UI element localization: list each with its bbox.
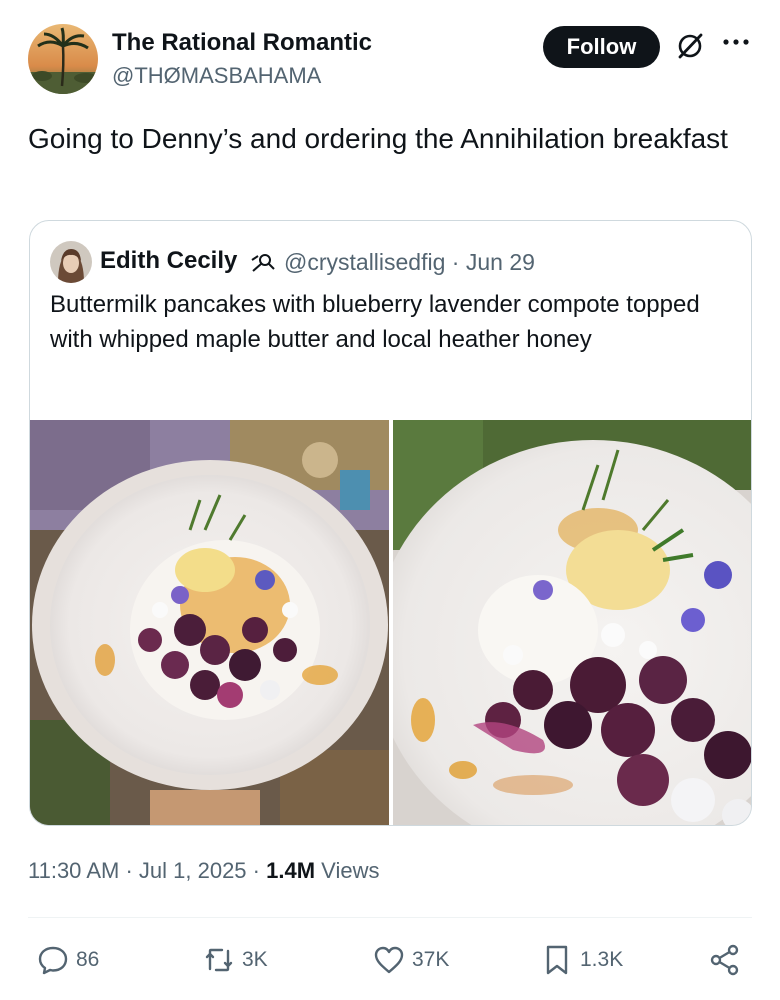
bookmark-button[interactable]: 1.3K [540,940,623,980]
repost-count: 3K [242,948,268,971]
quoted-date[interactable]: Jun 29 [466,249,535,275]
author-handle[interactable]: @THØMASBAHAMA [112,63,321,89]
author-name[interactable]: The Rational Romantic [112,29,372,57]
reply-button[interactable]: 86 [36,940,99,980]
quoted-author-name[interactable]: Edith Cecily [100,247,237,275]
like-count: 37K [412,948,450,971]
like-button[interactable]: 37K [372,940,449,980]
post-header: The Rational Romantic @THØMASBAHAMA Foll… [28,24,752,94]
thread-badge-icon [248,252,276,272]
more-icon[interactable] [721,32,751,52]
bookmark-count: 1.3K [580,948,624,971]
reply-count: 86 [76,948,100,971]
quoted-post[interactable]: Edith Cecily @crystallisedfig · Jun 29 B… [29,220,752,826]
quoted-text: Buttermilk pancakes with blueberry laven… [50,291,700,353]
views-label: Views [321,858,380,883]
pancake-photo-1[interactable] [30,420,389,825]
action-bar: 86 3K 37K 1.3K [28,940,752,980]
meta-separator: · [125,858,133,883]
divider [28,917,752,918]
heart-icon [374,946,404,974]
grok-icon[interactable] [674,30,706,62]
quoted-author-avatar[interactable] [50,241,92,283]
share-icon [710,944,739,976]
quoted-meta: @crystallisedfig · Jun 29 [284,249,535,276]
post-date[interactable]: Jul 1, 2025 [139,858,247,883]
pancake-photo-2[interactable] [393,420,751,825]
repost-icon [205,948,233,972]
author-avatar[interactable] [28,24,98,94]
meta-separator: · [451,249,460,275]
quoted-handle[interactable]: @crystallisedfig [284,249,445,275]
bookmark-icon [546,945,568,975]
post-text: Going to Denny’s and ordering the Annihi… [28,123,728,154]
post-meta: 11:30 AM · Jul 1, 2025 · 1.4M Views [28,858,379,884]
views-count: 1.4M [266,858,316,883]
repost-button[interactable]: 3K [202,940,268,980]
post-time[interactable]: 11:30 AM [28,858,119,883]
share-button[interactable] [708,940,748,980]
follow-button[interactable]: Follow [543,26,660,68]
meta-separator: · [252,858,260,883]
reply-icon [38,946,68,975]
